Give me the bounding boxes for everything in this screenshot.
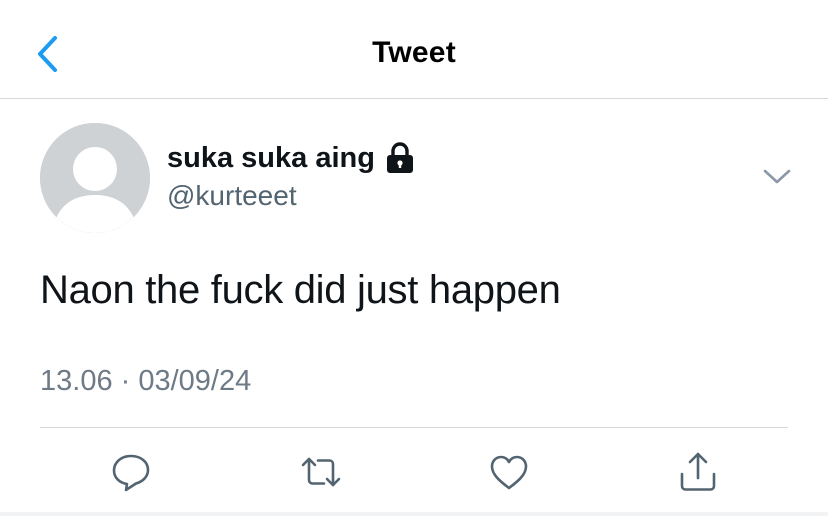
author-name-row: suka suka aing <box>167 140 415 176</box>
reply-button[interactable] <box>109 450 153 494</box>
heart-icon <box>487 450 531 494</box>
share-button[interactable] <box>676 450 720 494</box>
lock-icon <box>385 142 415 174</box>
bottom-divider <box>0 512 828 516</box>
tweet-timestamp[interactable]: 13.06 · 03/09/24 <box>40 365 251 398</box>
retweet-button[interactable] <box>299 450 343 494</box>
divider <box>40 427 788 428</box>
display-name[interactable]: suka suka aing <box>167 142 375 175</box>
like-button[interactable] <box>487 450 531 494</box>
header-bar: Tweet <box>0 0 828 99</box>
page-title: Tweet <box>372 36 456 69</box>
retweet-icon <box>299 450 343 494</box>
more-options-button[interactable] <box>760 162 794 192</box>
chevron-down-icon <box>760 162 794 192</box>
tweet-detail-screen: Tweet suka suka aing @kurteeet Naon the … <box>0 0 828 516</box>
tweet-text: Naon the fuck did just happen <box>40 268 561 312</box>
user-handle[interactable]: @kurteeet <box>167 180 297 212</box>
avatar[interactable] <box>40 123 150 233</box>
reply-icon <box>109 450 153 494</box>
default-avatar-icon <box>40 123 150 233</box>
share-icon <box>676 450 720 494</box>
